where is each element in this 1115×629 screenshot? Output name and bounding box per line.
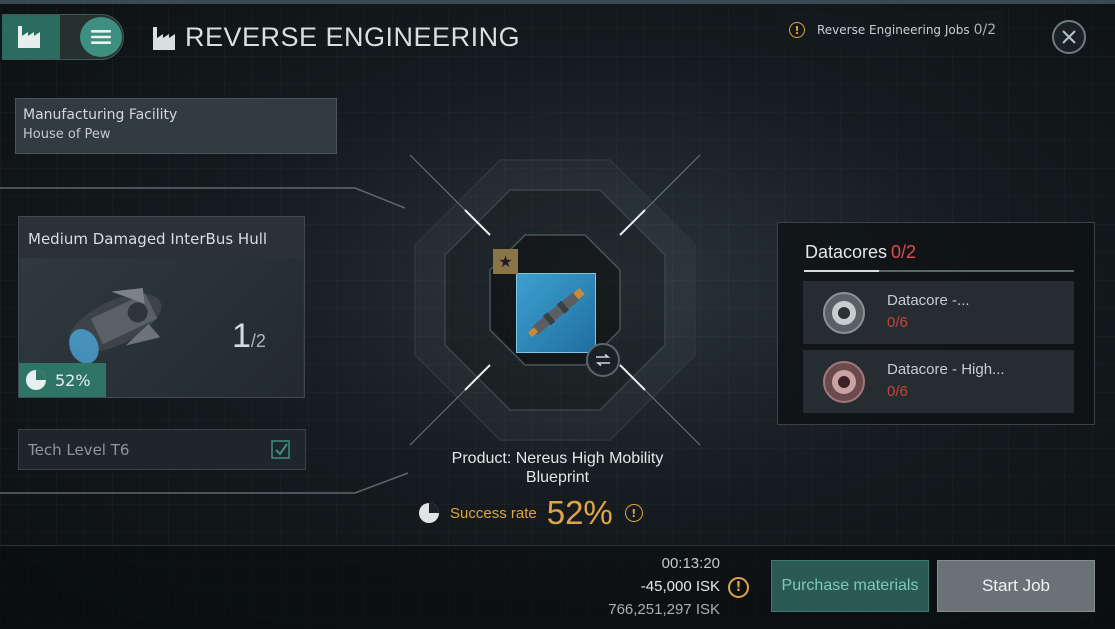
facility-type: Manufacturing Facility: [23, 107, 178, 123]
datacores-title: Datacores 0/2: [805, 242, 916, 263]
facility-name: House of Pew: [23, 127, 111, 142]
product-name: Product: Nereus High Mobility Blueprint: [451, 450, 664, 486]
list-view-button[interactable]: [80, 17, 122, 57]
datacore-name: Datacore - High...: [887, 361, 1005, 378]
menu-icon: [91, 30, 111, 44]
jobs-status[interactable]: ! Reverse Engineering Jobs 0/2: [776, 10, 1004, 50]
purchase-materials-button[interactable]: Purchase materials: [771, 560, 929, 612]
pie-icon: [26, 370, 46, 390]
success-rate-label: Success rate: [450, 504, 537, 522]
pie-icon: [419, 503, 439, 523]
factory-icon: [18, 26, 40, 48]
close-icon: [1062, 30, 1076, 44]
tech-level-selector[interactable]: Tech Level T6: [18, 429, 306, 470]
success-rate: Success rate 52% !: [418, 494, 643, 532]
wallet-balance: 766,251,297 ISK: [608, 601, 720, 618]
datacore-icon: [823, 361, 865, 403]
facility-selector[interactable]: Manufacturing Facility House of Pew: [15, 98, 337, 154]
datacores-panel: Datacores 0/2 Datacore -... 0/6 Datacore …: [777, 222, 1095, 425]
input-item-card[interactable]: Medium Damaged InterBus Hull 1/2 52%: [18, 216, 305, 398]
jobs-count: 0/2: [973, 22, 997, 38]
input-item-name: Medium Damaged InterBus Hull: [28, 230, 268, 248]
page-title: REVERSE ENGINEERING: [185, 22, 521, 52]
input-item-quantity: 1/2: [232, 317, 266, 356]
warning-icon[interactable]: !: [728, 577, 749, 598]
product-blueprint-tile[interactable]: [516, 273, 596, 353]
datacore-icon: [823, 292, 865, 334]
start-job-button[interactable]: Start Job: [937, 560, 1095, 612]
input-percent-badge: 52%: [19, 363, 106, 397]
datacore-count: 0/6: [887, 383, 908, 400]
datacore-name: Datacore -...: [887, 292, 970, 309]
success-rate-value: 52%: [546, 494, 613, 531]
factory-view-button[interactable]: [2, 15, 60, 59]
qty-have: 1: [232, 317, 251, 355]
datacores-count: 0/2: [891, 242, 917, 262]
job-duration: 00:13:20: [661, 555, 720, 572]
datacores-title-text: Datacores: [805, 242, 888, 262]
datacore-item[interactable]: Datacore -... 0/6: [803, 281, 1074, 344]
datacores-divider: [804, 270, 1074, 272]
factory-icon: [153, 27, 175, 50]
blueprint-ship-icon: [528, 288, 585, 338]
jobs-label: Reverse Engineering Jobs: [817, 23, 970, 37]
qty-need: /2: [250, 331, 266, 351]
job-cost: -45,000 ISK: [640, 578, 720, 595]
star-icon: ★: [493, 249, 518, 274]
close-button[interactable]: [1052, 20, 1086, 54]
top-border: [0, 0, 1115, 4]
checkbox-icon[interactable]: [271, 440, 291, 460]
info-icon[interactable]: !: [624, 504, 643, 522]
input-percent-value: 52%: [55, 370, 91, 390]
datacore-count: 0/6: [887, 314, 908, 331]
datacore-item[interactable]: Datacore - High... 0/6: [803, 350, 1074, 413]
swap-icon: [595, 354, 611, 366]
swap-button[interactable]: [586, 343, 620, 377]
warning-icon: !: [789, 22, 805, 38]
tech-level-label: Tech Level T6: [28, 440, 130, 459]
